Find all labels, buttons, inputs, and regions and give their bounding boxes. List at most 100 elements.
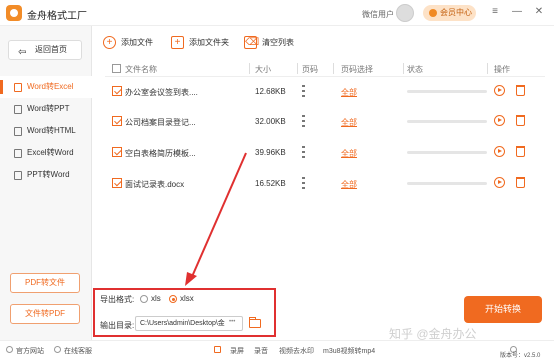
page-select-link[interactable]: 全部 xyxy=(341,179,357,190)
sidebar-item-word-to-html[interactable]: Word转HTML xyxy=(0,120,92,142)
back-home-label: 返回首页 xyxy=(35,45,67,54)
sidebar-item-label: PPT转Word xyxy=(27,170,70,179)
trash-icon[interactable] xyxy=(516,146,525,157)
page-count-icon xyxy=(302,146,305,158)
table-row[interactable]: 办公室会议签到表.... 12.68KB 全部 xyxy=(105,77,545,107)
sidebar-item-label: Word转PPT xyxy=(27,104,70,113)
start-convert-button[interactable]: 开始转换 xyxy=(464,296,542,323)
row-checkbox[interactable] xyxy=(112,178,122,188)
document-icon xyxy=(14,105,22,114)
screen-record-icon xyxy=(214,346,221,353)
title-bar: 金舟格式工厂 微信用户 会员中心 ≡ — ✕ xyxy=(0,0,554,26)
output-dir-field[interactable]: C:\Users\admin\Desktop\金 xyxy=(135,316,243,331)
output-dir-label: 输出目录: xyxy=(100,321,135,330)
file-name: 空白表格简历模板... xyxy=(125,149,196,158)
pdf-to-file-button[interactable]: PDF转文件 xyxy=(10,273,80,293)
format-label-xlsx[interactable]: xlsx xyxy=(180,294,194,303)
record-audio-link[interactable]: 录音 xyxy=(254,346,268,356)
clear-list-label: 清空列表 xyxy=(262,38,294,47)
page-select-link[interactable]: 全部 xyxy=(341,148,357,159)
trash-icon[interactable] xyxy=(516,177,525,188)
globe-icon xyxy=(6,346,13,353)
output-path-value: C:\Users\admin\Desktop\金 xyxy=(140,320,225,327)
column-divider xyxy=(297,63,298,74)
row-checkbox[interactable] xyxy=(112,116,122,126)
file-size: 12.68KB xyxy=(255,87,286,96)
add-file-button[interactable]: + 添加文件 xyxy=(103,35,153,51)
avatar[interactable] xyxy=(396,4,414,22)
table-row[interactable]: 公司档案目录登记... 32.00KB 全部 xyxy=(105,107,545,137)
table-row[interactable]: 面试记录表.docx 16.52KB 全部 xyxy=(105,169,545,199)
back-arrow-icon: ⇦ xyxy=(18,47,27,58)
file-size: 32.00KB xyxy=(255,117,286,126)
column-header-page-select: 页码选择 xyxy=(341,65,373,74)
document-icon xyxy=(14,149,22,158)
sidebar-item-word-to-excel[interactable]: Word转Excel xyxy=(0,76,92,98)
back-home-button[interactable]: ⇦ 返回首页 xyxy=(8,40,82,60)
file-to-pdf-button[interactable]: 文件转PDF xyxy=(10,304,80,324)
column-divider xyxy=(403,63,404,74)
play-icon[interactable] xyxy=(494,115,505,126)
column-header-size: 大小 xyxy=(255,65,271,74)
sidebar-item-word-to-ppt[interactable]: Word转PPT xyxy=(0,98,92,120)
document-icon xyxy=(14,127,22,136)
sidebar-item-excel-to-word[interactable]: Excel转Word xyxy=(0,142,92,164)
play-icon[interactable] xyxy=(494,85,505,96)
page-count-icon xyxy=(302,177,305,189)
select-all-checkbox[interactable] xyxy=(112,64,121,73)
add-folder-label: 添加文件夹 xyxy=(189,38,229,47)
folder-icon[interactable] xyxy=(249,317,261,328)
trash-icon[interactable] xyxy=(516,115,525,126)
format-radio-xls[interactable] xyxy=(140,295,148,303)
menu-icon[interactable]: ≡ xyxy=(488,5,502,19)
browse-more-button[interactable]: ••• xyxy=(229,319,235,325)
progress-bar xyxy=(407,151,487,154)
member-center-label: 会员中心 xyxy=(440,8,472,17)
version-label: 版本号：v2.5.0 xyxy=(500,353,541,359)
row-checkbox[interactable] xyxy=(112,86,122,96)
file-name: 面试记录表.docx xyxy=(125,180,185,189)
sidebar-item-label: Excel转Word xyxy=(27,148,74,157)
official-site-link[interactable]: 官方网站 xyxy=(16,346,44,356)
play-icon[interactable] xyxy=(494,146,505,157)
sidebar-item-label: Word转HTML xyxy=(27,126,76,135)
plus-icon: + xyxy=(103,36,116,49)
progress-bar xyxy=(407,90,487,93)
file-name: 办公室会议签到表.... xyxy=(125,88,198,97)
clear-list-button[interactable]: ⌫ 清空列表 xyxy=(244,35,294,51)
user-name[interactable]: 微信用户 xyxy=(362,9,394,20)
table-header: 文件名称 大小 页码 页码选择 状态 操作 xyxy=(105,61,545,77)
status-bar: 官方网站 在线客服 录屏 录音 视频去水印 m3u8视频转mp4 版本号：v2.… xyxy=(0,340,554,360)
broom-icon: ⌫ xyxy=(244,36,260,49)
m3u8-to-mp4-link[interactable]: m3u8视频转mp4 xyxy=(323,346,375,356)
file-size: 39.96KB xyxy=(255,148,286,157)
sidebar-item-label: Word转Excel xyxy=(27,82,74,91)
member-center-button[interactable]: 会员中心 xyxy=(423,5,476,21)
trash-icon[interactable] xyxy=(516,85,525,96)
page-count-icon xyxy=(302,115,305,127)
export-format-label: 导出格式: xyxy=(100,295,135,304)
format-radio-xlsx[interactable] xyxy=(169,295,177,303)
page-select-link[interactable]: 全部 xyxy=(341,87,357,98)
folder-plus-icon: + xyxy=(171,36,184,49)
online-service-link[interactable]: 在线客服 xyxy=(64,346,92,356)
column-header-status: 状态 xyxy=(407,65,423,74)
progress-bar xyxy=(407,182,487,185)
progress-bar xyxy=(407,120,487,123)
add-folder-button[interactable]: + 添加文件夹 xyxy=(171,35,229,51)
row-checkbox[interactable] xyxy=(112,147,122,157)
file-size: 16.52KB xyxy=(255,179,286,188)
column-divider xyxy=(333,63,334,74)
table-row[interactable]: 空白表格简历模板... 39.96KB 全部 xyxy=(105,138,545,168)
column-divider xyxy=(487,63,488,74)
remove-watermark-link[interactable]: 视频去水印 xyxy=(279,346,314,356)
chat-icon xyxy=(54,346,61,353)
document-icon xyxy=(14,171,22,180)
minimize-icon[interactable]: — xyxy=(510,5,524,19)
play-icon[interactable] xyxy=(494,177,505,188)
page-select-link[interactable]: 全部 xyxy=(341,117,357,128)
close-icon[interactable]: ✕ xyxy=(532,5,546,19)
format-label-xls[interactable]: xls xyxy=(151,294,161,303)
sidebar-item-ppt-to-word[interactable]: PPT转Word xyxy=(0,164,92,186)
screen-record-link[interactable]: 录屏 xyxy=(230,346,244,356)
